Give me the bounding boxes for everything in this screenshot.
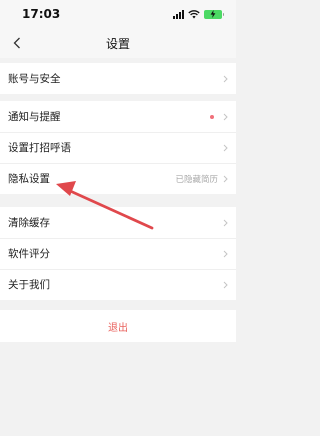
misc-group: 清除缓存 软件评分 关于我们 <box>0 207 236 300</box>
chevron-right-icon <box>223 75 228 83</box>
status-bar: 17:03 <box>0 0 236 28</box>
logout-button[interactable]: 退出 <box>0 310 236 342</box>
chevron-right-icon <box>223 113 228 121</box>
row-rate-app[interactable]: 软件评分 <box>0 238 236 269</box>
row-account-security[interactable]: 账号与安全 <box>0 63 236 94</box>
logout-label: 退出 <box>108 322 128 334</box>
chevron-right-icon <box>223 219 228 227</box>
row-label: 清除缓存 <box>8 217 50 229</box>
row-clear-cache[interactable]: 清除缓存 <box>0 207 236 238</box>
page-title: 设置 <box>105 37 130 51</box>
account-group: 账号与安全 <box>0 63 236 94</box>
row-label: 账号与安全 <box>8 73 61 85</box>
row-greeting[interactable]: 设置打招呼语 <box>0 132 236 163</box>
chevron-right-icon <box>223 144 228 152</box>
wifi-icon <box>188 9 200 18</box>
notification-badge <box>210 114 214 119</box>
chevron-right-icon <box>223 250 228 258</box>
signal-icon <box>173 9 184 19</box>
row-label: 通知与提醒 <box>8 111 61 123</box>
notification-group: 通知与提醒 设置打招呼语 隐私设置 已隐藏简历 <box>0 101 236 194</box>
row-notifications[interactable]: 通知与提醒 <box>0 101 236 132</box>
row-label: 软件评分 <box>8 248 50 260</box>
row-label: 设置打招呼语 <box>8 142 71 154</box>
row-label: 隐私设置 <box>8 173 50 185</box>
status-time: 17:03 <box>22 7 61 21</box>
chevron-right-icon <box>223 281 228 289</box>
row-about-us[interactable]: 关于我们 <box>0 269 236 300</box>
nav-bar: 设置 <box>0 28 236 58</box>
row-privacy[interactable]: 隐私设置 已隐藏简历 <box>0 163 236 194</box>
row-label: 关于我们 <box>8 279 50 291</box>
privacy-status: 已隐藏简历 <box>175 174 218 185</box>
battery-icon <box>204 9 224 19</box>
status-icons <box>173 9 224 19</box>
chevron-right-icon <box>223 175 228 183</box>
